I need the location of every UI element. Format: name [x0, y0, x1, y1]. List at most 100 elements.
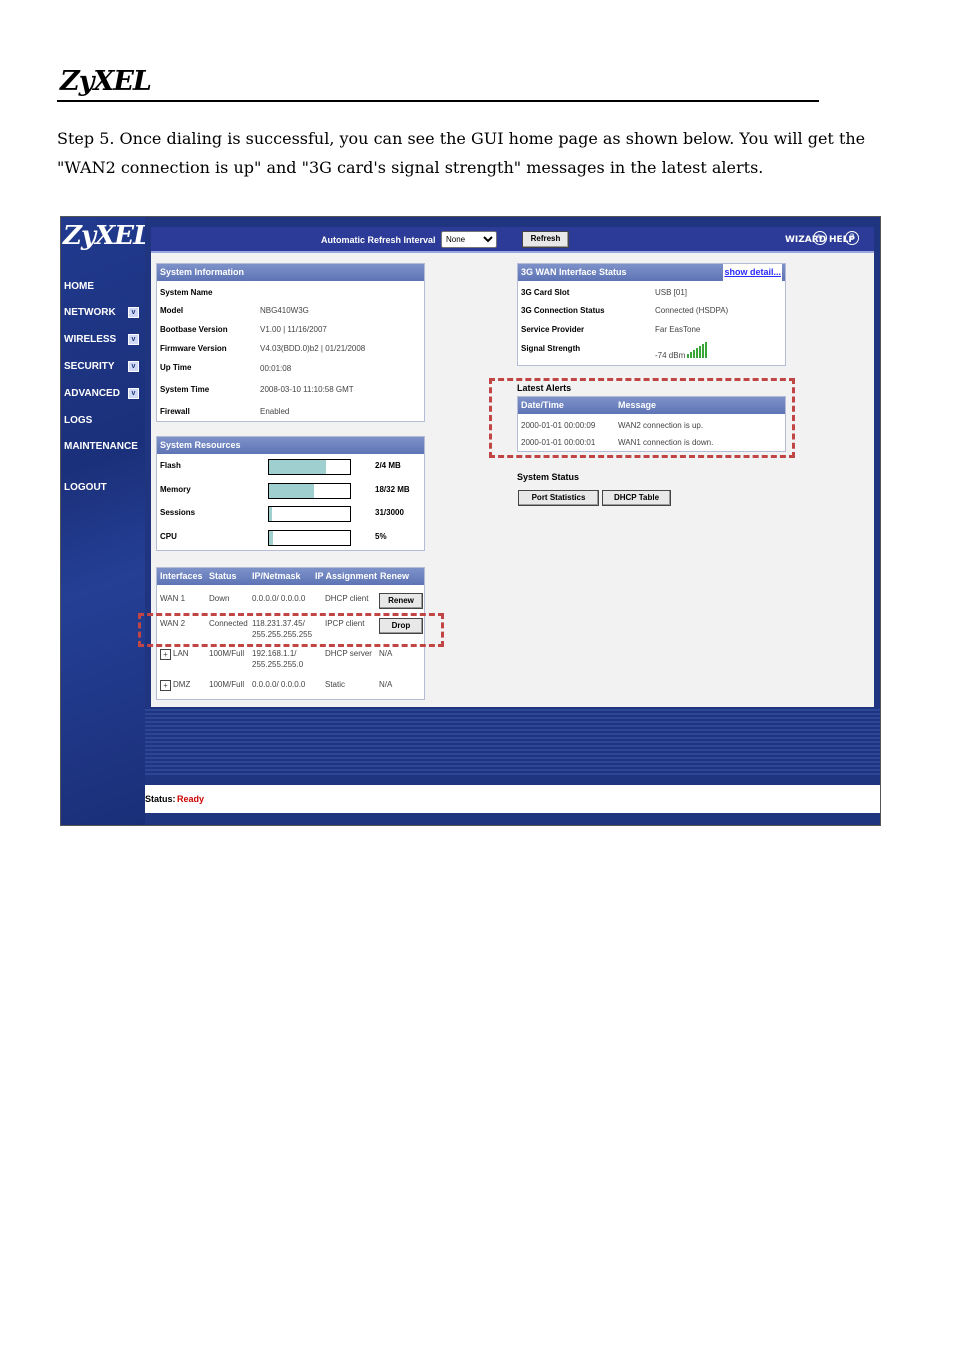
- info-key: Bootbase Version: [160, 325, 228, 334]
- alerts-highlight-box: [489, 378, 795, 458]
- chevron-down-icon[interactable]: v: [128, 388, 139, 399]
- info-value: 2008-03-10 11:10:58 GMT: [260, 385, 354, 394]
- help-icon[interactable]: ?: [845, 231, 859, 245]
- wizard-icon[interactable]: ✎: [813, 231, 827, 245]
- col-renew: Renew: [380, 571, 410, 581]
- col-ip-netmask: IP/Netmask: [252, 571, 301, 581]
- info-value: V1.00 | 11/16/2007: [260, 325, 327, 334]
- chevron-down-icon[interactable]: v: [128, 334, 139, 345]
- col-status: Status: [209, 571, 237, 581]
- iface-assignment: Static: [325, 680, 346, 689]
- resource-label: Sessions: [160, 508, 196, 517]
- nav-logs[interactable]: LOGS: [64, 415, 139, 426]
- router-gui-screenshot: ZyXEL HOME NETWORK v WIRELESS v SECURITY v …: [60, 216, 881, 826]
- expand-plus-icon[interactable]: +: [160, 649, 171, 660]
- info-value: Enabled: [260, 407, 290, 416]
- resource-value: 5%: [375, 532, 387, 541]
- info-value: V4.03(BDD.0)b2 | 01/21/2008: [260, 344, 366, 353]
- sidebar: ZyXEL HOME NETWORK v WIRELESS v SECURITY v …: [61, 217, 151, 825]
- header-rule: [57, 100, 819, 102]
- status-bar: Status: Ready: [145, 785, 880, 813]
- nav-home[interactable]: HOME: [64, 281, 139, 292]
- info-value: NBG410W3G: [260, 306, 309, 315]
- expand-plus-icon[interactable]: +: [160, 680, 171, 691]
- refresh-interval-label: Automatic Refresh Interval: [321, 235, 436, 245]
- usage-fill: [269, 507, 273, 521]
- wan3g-value: Connected (HSDPA): [655, 306, 729, 315]
- status-value: Ready: [177, 794, 205, 804]
- system-resources-panel: System Resources Flash 2/4 MB Memory 18/…: [156, 436, 425, 551]
- info-key: Firewall: [160, 407, 190, 416]
- refresh-button[interactable]: Refresh: [522, 231, 569, 248]
- main-area: Automatic Refresh Interval None Refresh …: [145, 217, 880, 825]
- panel-title: System Information: [157, 264, 424, 281]
- usage-fill: [269, 484, 315, 498]
- wan3g-key: 3G Card Slot: [521, 288, 570, 297]
- wan3g-value: Far EasTone: [655, 325, 701, 334]
- bottom-bar: [145, 813, 880, 825]
- chevron-down-icon[interactable]: v: [128, 361, 139, 372]
- chevron-down-icon[interactable]: v: [128, 307, 139, 318]
- panel-title: System Resources: [157, 437, 424, 454]
- interfaces-header-row: Interfaces Status IP/Netmask IP Assignme…: [157, 568, 424, 585]
- system-information-panel: System Information System Name Model NBG…: [156, 263, 425, 422]
- col-interfaces: Interfaces: [160, 571, 203, 581]
- resource-label: CPU: [160, 532, 177, 541]
- dhcp-table-button[interactable]: DHCP Table: [602, 490, 671, 506]
- resource-value: 31/3000: [375, 508, 404, 517]
- memory-usage-bar: [268, 483, 351, 499]
- sessions-usage-bar: [268, 506, 351, 522]
- resource-value: 2/4 MB: [375, 461, 401, 470]
- info-key: Up Time: [160, 363, 192, 372]
- nav-logout[interactable]: LOGOUT: [64, 482, 139, 493]
- info-key: System Name: [160, 288, 213, 297]
- iface-action: N/A: [379, 649, 393, 658]
- nav-network[interactable]: NETWORK v: [64, 307, 139, 318]
- wan3g-key: 3G Connection Status: [521, 306, 605, 315]
- status-label: Status:: [145, 794, 176, 804]
- col-ip-assignment: IP Assignment: [315, 571, 378, 581]
- iface-status: 100M/Full: [209, 649, 245, 658]
- wan3g-key: Signal Strength: [521, 344, 581, 353]
- iface-ip: 192.168.1.1/: [252, 649, 297, 658]
- nav-advanced[interactable]: ADVANCED v: [64, 388, 139, 399]
- panel-title: 3G WAN Interface Status show detail...: [518, 264, 785, 281]
- nav-wireless[interactable]: WIRELESS v: [64, 334, 139, 345]
- 3g-wan-status-panel: 3G WAN Interface Status show detail... 3G…: [517, 263, 786, 366]
- renew-button[interactable]: Renew: [379, 593, 423, 609]
- show-detail-link[interactable]: show detail...: [723, 264, 782, 281]
- step-paragraph: Step 5. Once dialing is successful, you …: [57, 129, 866, 177]
- signal-strength-value: -74 dBm: [655, 351, 686, 360]
- iface-name: LAN: [173, 649, 189, 658]
- info-key: System Time: [160, 385, 210, 394]
- iface-ip: 0.0.0.0/ 0.0.0.0: [252, 680, 306, 689]
- top-toolbar: Automatic Refresh Interval None Refresh …: [151, 227, 874, 253]
- port-statistics-button[interactable]: Port Statistics: [518, 490, 599, 506]
- iface-name: WAN 1: [160, 594, 186, 603]
- iface-assignment: DHCP server: [325, 649, 372, 658]
- nav-maintenance[interactable]: MAINTENANCE: [64, 441, 139, 452]
- iface-name: DMZ: [173, 680, 191, 689]
- wan3g-key: Service Provider: [521, 325, 585, 334]
- info-value: 00:01:08: [260, 364, 292, 373]
- zyxel-logo: ZyXEL: [63, 221, 151, 251]
- flash-usage-bar: [268, 459, 351, 475]
- resource-label: Flash: [160, 461, 181, 470]
- nav-security[interactable]: SECURITY v: [64, 361, 139, 372]
- iface-ip: 0.0.0.0/ 0.0.0.0: [252, 594, 306, 603]
- refresh-interval-select[interactable]: None: [441, 231, 497, 248]
- info-key: Firmware Version: [160, 344, 227, 353]
- info-key: Model: [160, 306, 184, 315]
- system-status-title: System Status: [517, 472, 580, 482]
- wan2-highlight-box: [138, 613, 444, 647]
- iface-status: Down: [209, 594, 230, 603]
- wan3g-value: USB [01]: [655, 288, 688, 297]
- usage-fill: [269, 460, 326, 474]
- signal-bars-icon: [687, 342, 707, 358]
- resource-label: Memory: [160, 485, 191, 494]
- usage-fill: [269, 531, 274, 545]
- iface-assignment: DHCP client: [325, 594, 369, 603]
- iface-action: N/A: [379, 680, 393, 689]
- cpu-usage-bar: [268, 530, 351, 546]
- decorative-stripes: [145, 707, 880, 777]
